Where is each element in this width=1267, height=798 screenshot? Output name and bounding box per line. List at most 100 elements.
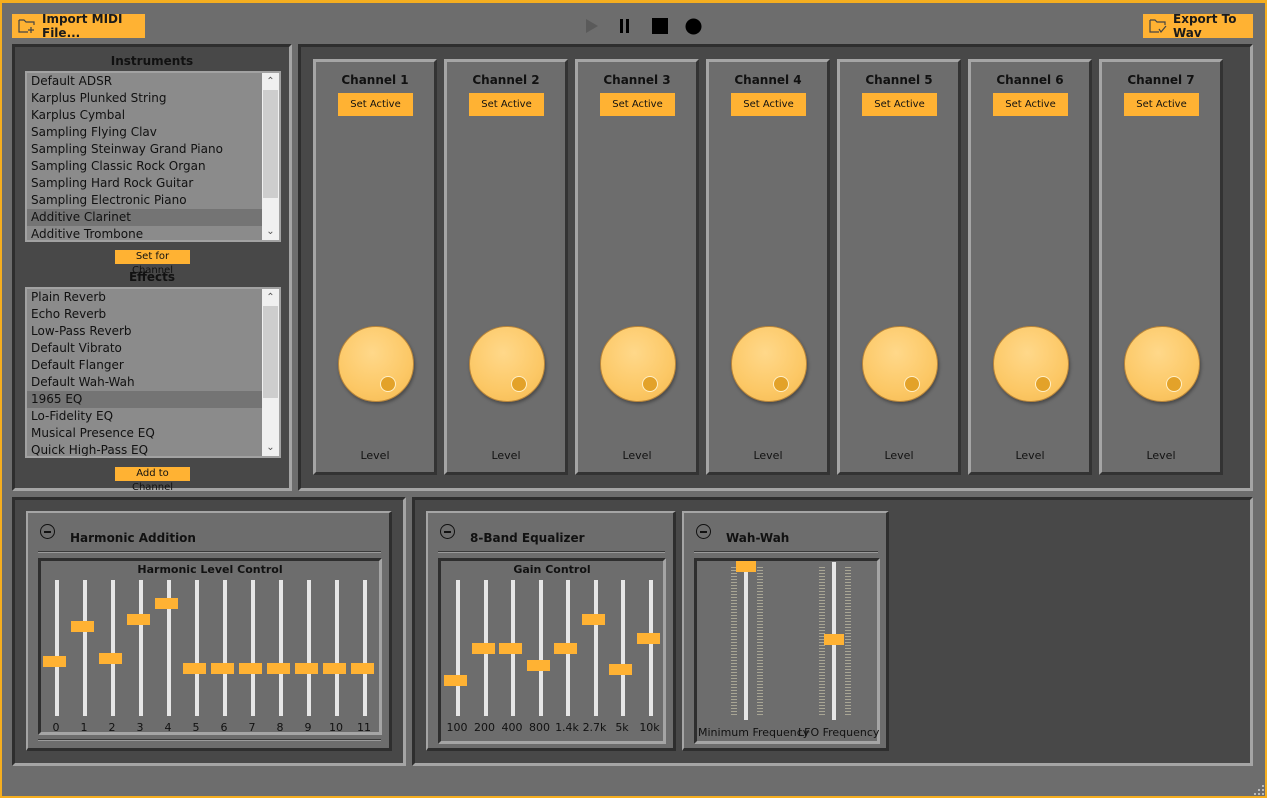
vertical-slider[interactable]: 10 xyxy=(323,580,351,737)
set-active-button[interactable]: Set Active xyxy=(993,93,1068,116)
collapse-icon[interactable] xyxy=(440,524,455,539)
slider-thumb[interactable] xyxy=(295,662,318,674)
set-active-button[interactable]: Set Active xyxy=(600,93,675,116)
slider-thumb[interactable] xyxy=(267,662,290,674)
set-active-button[interactable]: Set Active xyxy=(862,93,937,116)
slider-thumb[interactable] xyxy=(736,561,756,573)
slider-thumb[interactable] xyxy=(323,662,346,674)
scroll-up-icon[interactable]: ⌃ xyxy=(262,289,279,306)
slider-thumb[interactable] xyxy=(499,642,522,654)
vertical-slider[interactable]: 100 xyxy=(444,580,472,737)
scrollbar-thumb[interactable] xyxy=(263,90,278,198)
slider-thumb[interactable] xyxy=(155,597,178,609)
export-wav-button[interactable]: Export To Wav xyxy=(1143,12,1253,40)
level-knob[interactable] xyxy=(338,326,414,402)
vertical-slider[interactable] xyxy=(731,561,763,741)
set-active-button[interactable]: Set Active xyxy=(1124,93,1199,116)
instrument-list-item[interactable]: Sampling Flying Clav xyxy=(27,124,263,141)
vertical-slider[interactable]: 2 xyxy=(99,580,127,737)
slider-track[interactable] xyxy=(139,580,143,716)
level-knob[interactable] xyxy=(600,326,676,402)
scroll-up-icon[interactable]: ⌃ xyxy=(262,73,279,90)
vertical-slider[interactable]: 5k xyxy=(609,580,637,737)
slider-track[interactable] xyxy=(744,562,748,720)
slider-track[interactable] xyxy=(307,580,311,716)
scroll-down-icon[interactable]: ⌄ xyxy=(262,439,279,456)
set-active-button[interactable]: Set Active xyxy=(731,93,806,116)
vertical-slider[interactable]: 1.4k xyxy=(554,580,582,737)
slider-thumb[interactable] xyxy=(554,642,577,654)
vertical-slider[interactable]: 7 xyxy=(239,580,267,737)
instrument-list-item[interactable]: Sampling Classic Rock Organ xyxy=(27,158,263,175)
slider-track[interactable] xyxy=(335,580,339,716)
import-midi-button[interactable]: Import MIDI File... xyxy=(12,12,145,40)
effect-list-item[interactable]: Musical Presence EQ xyxy=(27,425,263,442)
slider-thumb[interactable] xyxy=(444,675,467,687)
collapse-icon[interactable] xyxy=(40,524,55,539)
effect-list-item[interactable]: 1965 EQ xyxy=(27,391,263,408)
effect-list-item[interactable]: Plain Reverb xyxy=(27,289,263,306)
instrument-list-item[interactable]: Additive Trombone xyxy=(27,226,263,240)
slider-thumb[interactable] xyxy=(581,613,605,625)
slider-thumb[interactable] xyxy=(351,662,374,674)
effects-scrollbar[interactable]: ⌃ ⌄ xyxy=(262,289,279,456)
level-knob[interactable] xyxy=(993,326,1069,402)
set-active-button[interactable]: Set Active xyxy=(469,93,544,116)
effect-list-item[interactable]: Lo-Fidelity EQ xyxy=(27,408,263,425)
instrument-list-item[interactable]: Sampling Steinway Grand Piano xyxy=(27,141,263,158)
instrument-list-item[interactable]: Additive Clarinet xyxy=(27,209,263,226)
instrument-list-item[interactable]: Sampling Hard Rock Guitar xyxy=(27,175,263,192)
slider-thumb[interactable] xyxy=(239,662,262,674)
slider-thumb[interactable] xyxy=(183,662,206,674)
level-knob[interactable] xyxy=(469,326,545,402)
vertical-slider[interactable]: 6 xyxy=(211,580,239,737)
pause-icon[interactable] xyxy=(619,18,631,34)
slider-track[interactable] xyxy=(111,580,115,716)
vertical-slider[interactable]: 400 xyxy=(499,580,527,737)
record-icon[interactable] xyxy=(685,18,702,35)
slider-thumb[interactable] xyxy=(526,659,550,671)
add-to-channel-button[interactable]: Add to Channel xyxy=(115,467,190,493)
vertical-slider[interactable]: 0 xyxy=(43,580,71,737)
slider-thumb[interactable] xyxy=(99,653,122,665)
slider-track[interactable] xyxy=(83,580,87,716)
slider-thumb[interactable] xyxy=(609,664,632,676)
scroll-down-icon[interactable]: ⌄ xyxy=(262,223,279,240)
scrollbar-thumb[interactable] xyxy=(263,306,278,398)
instrument-list-item[interactable]: Sampling Electronic Piano xyxy=(27,192,263,209)
instrument-list-item[interactable]: Karplus Plunked String xyxy=(27,90,263,107)
vertical-slider[interactable]: 11 xyxy=(351,580,379,737)
slider-thumb[interactable] xyxy=(127,613,150,625)
slider-track[interactable] xyxy=(55,580,59,716)
vertical-slider[interactable]: 800 xyxy=(526,580,555,737)
slider-track[interactable] xyxy=(456,580,460,716)
effect-list-item[interactable]: Default Vibrato xyxy=(27,340,263,357)
level-knob[interactable] xyxy=(1124,326,1200,402)
play-icon[interactable] xyxy=(585,18,599,34)
slider-thumb[interactable] xyxy=(636,632,660,644)
collapse-icon[interactable] xyxy=(696,524,711,539)
instruments-list[interactable]: Default ADSR Karplus Plunked String Karplu… xyxy=(25,71,281,242)
effects-list[interactable]: Plain Reverb Echo Reverb Low-Pass Reverb De… xyxy=(25,287,281,458)
slider-track[interactable] xyxy=(538,580,543,716)
instruments-scrollbar[interactable]: ⌃ ⌄ xyxy=(262,73,279,240)
vertical-slider[interactable]: 200 xyxy=(471,580,500,737)
vertical-slider[interactable] xyxy=(819,561,851,741)
slider-track[interactable] xyxy=(223,580,227,716)
slider-track[interactable] xyxy=(648,580,653,716)
set-for-channel-button[interactable]: Set for Channel xyxy=(115,250,190,276)
effect-list-item[interactable]: Quick High-Pass EQ xyxy=(27,442,263,456)
slider-track[interactable] xyxy=(251,580,255,716)
vertical-slider[interactable]: 2.7k xyxy=(581,580,610,737)
vertical-slider[interactable]: 4 xyxy=(155,580,183,737)
vertical-slider[interactable]: 3 xyxy=(127,580,155,737)
slider-thumb[interactable] xyxy=(71,620,94,632)
slider-track[interactable] xyxy=(279,580,283,716)
effect-list-item[interactable]: Default Flanger xyxy=(27,357,263,374)
effect-list-item[interactable]: Echo Reverb xyxy=(27,306,263,323)
instrument-list-item[interactable]: Karplus Cymbal xyxy=(27,107,263,124)
effect-list-item[interactable]: Default Wah-Wah xyxy=(27,374,263,391)
stop-icon[interactable] xyxy=(652,18,668,34)
resize-grip-icon[interactable] xyxy=(1254,785,1264,795)
slider-thumb[interactable] xyxy=(824,633,844,645)
